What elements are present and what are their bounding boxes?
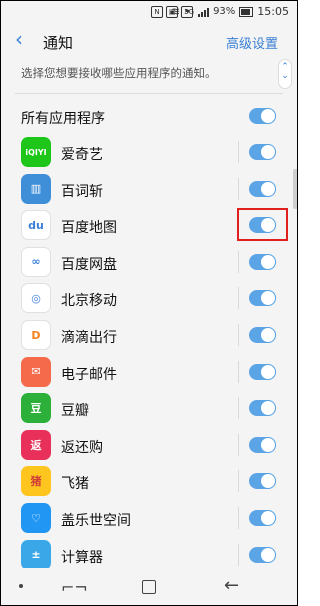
row-separator bbox=[238, 324, 239, 346]
app-name: 百词斩 bbox=[61, 183, 103, 200]
row-separator bbox=[238, 470, 239, 493]
app-name: 计算器 bbox=[61, 549, 103, 566]
back-arrow-icon[interactable]: ‹ bbox=[15, 29, 23, 49]
app-name: 豆瓣 bbox=[61, 403, 89, 420]
app-row[interactable]: ∞ 百度网盘 bbox=[1, 244, 297, 280]
app-name: 北京移动 bbox=[61, 293, 117, 310]
app-name: 爱奇艺 bbox=[61, 147, 103, 163]
nav-dot-icon[interactable] bbox=[19, 584, 23, 588]
divider bbox=[15, 93, 283, 94]
row-separator bbox=[238, 177, 239, 200]
row-separator bbox=[238, 141, 239, 163]
app-row[interactable]: 返返还购 bbox=[1, 427, 297, 463]
app-notification-toggle[interactable] bbox=[249, 510, 276, 526]
app-row[interactable]: 豆豆瓣 bbox=[1, 390, 297, 426]
fliggy-icon: 猪 bbox=[21, 466, 51, 497]
app-name: 飞猪 bbox=[61, 476, 89, 493]
row-separator bbox=[238, 543, 239, 566]
highlight-box bbox=[237, 208, 288, 241]
app-notification-toggle[interactable] bbox=[249, 253, 276, 270]
app-row[interactable]: 猪飞猪 bbox=[1, 463, 297, 499]
baidu-netdisk-icon: ∞ bbox=[21, 246, 51, 277]
didi-icon: D bbox=[21, 320, 51, 350]
status-bar: N ▣ ⚑ ≋ 3G 93% 15:05 bbox=[1, 1, 297, 23]
app-header: ‹ 通知 高级设置 bbox=[1, 23, 297, 57]
app-row[interactable]: ✉ 电子邮件 bbox=[1, 354, 297, 390]
navigation-bar: ⌐¬ ← bbox=[1, 568, 297, 605]
app-name: 盖乐世空间 bbox=[61, 513, 131, 529]
advanced-settings-link[interactable]: 高级设置 bbox=[226, 33, 278, 52]
app-notification-toggle[interactable] bbox=[249, 144, 276, 160]
app-notification-toggle[interactable] bbox=[249, 436, 276, 453]
battery-icon bbox=[239, 6, 254, 17]
scroll-chevrons-icon[interactable]: ⌃ ⌄ bbox=[278, 59, 292, 89]
row-separator bbox=[238, 360, 239, 383]
app-row[interactable]: ◎ 北京移动 bbox=[1, 280, 297, 316]
fanhuangou-icon: 返 bbox=[21, 429, 51, 460]
app-notification-toggle[interactable] bbox=[249, 363, 276, 380]
all-apps-label: 所有应用程序 bbox=[21, 111, 105, 127]
recent-apps-icon[interactable]: ⌐¬ bbox=[61, 578, 88, 597]
baidu-map-icon: du bbox=[21, 210, 51, 241]
home-button-icon[interactable] bbox=[142, 580, 156, 594]
china-mobile-icon: ◎ bbox=[21, 283, 51, 314]
back-button-icon[interactable]: ← bbox=[224, 575, 239, 596]
row-separator bbox=[238, 287, 239, 310]
all-apps-row[interactable]: 所有应用程序 bbox=[1, 98, 297, 134]
all-apps-toggle[interactable] bbox=[249, 108, 276, 124]
system-indicators: ≋ 3G 93% 15:05 bbox=[171, 5, 289, 18]
iqiyi-icon: iQIYI bbox=[21, 137, 51, 167]
battery-percent: 93% bbox=[213, 6, 236, 17]
app-name: 滴滴出行 bbox=[61, 330, 117, 346]
app-row[interactable]: ▥ 百词斩 bbox=[1, 171, 297, 207]
network-type: 3G bbox=[184, 7, 195, 16]
email-icon: ✉ bbox=[21, 356, 51, 387]
phone-frame: N ▣ ⚑ ≋ 3G 93% 15:05 ‹ 通知 高级设置 选择您想要接收哪些… bbox=[0, 0, 298, 606]
douban-icon: 豆 bbox=[21, 393, 51, 424]
wifi-icon: ≋ bbox=[170, 5, 181, 18]
notification-description: 选择您想要接收哪些应用程序的通知。 bbox=[21, 66, 217, 80]
clock: 15:05 bbox=[257, 5, 289, 18]
baicizhan-icon: ▥ bbox=[21, 173, 51, 204]
page-title: 通知 bbox=[43, 34, 74, 52]
app-name: 返还购 bbox=[61, 439, 103, 456]
app-name: 百度地图 bbox=[61, 220, 117, 237]
calculator-icon: ± bbox=[21, 539, 51, 570]
app-row[interactable]: iQIYI 爱奇艺 bbox=[1, 134, 297, 170]
app-notification-toggle[interactable] bbox=[249, 546, 276, 563]
row-separator bbox=[238, 507, 239, 529]
galaxy-space-icon: ♡ bbox=[21, 503, 51, 533]
app-row[interactable]: ♡ 盖乐世空间 bbox=[1, 500, 297, 536]
app-notification-toggle[interactable] bbox=[249, 327, 276, 343]
edge-panel-handle[interactable] bbox=[293, 169, 297, 209]
row-separator bbox=[238, 433, 239, 456]
app-notification-toggle[interactable] bbox=[249, 473, 276, 490]
nfc-icon: N bbox=[151, 6, 163, 18]
app-name: 电子邮件 bbox=[61, 366, 117, 383]
app-row[interactable]: D 滴滴出行 bbox=[1, 317, 297, 353]
app-name: 百度网盘 bbox=[61, 256, 117, 273]
signal-icon bbox=[198, 7, 210, 17]
app-notification-toggle[interactable] bbox=[249, 180, 276, 197]
row-separator bbox=[238, 397, 239, 420]
app-notification-toggle[interactable] bbox=[249, 290, 276, 307]
row-separator bbox=[238, 250, 239, 273]
app-notification-toggle[interactable] bbox=[249, 400, 276, 417]
